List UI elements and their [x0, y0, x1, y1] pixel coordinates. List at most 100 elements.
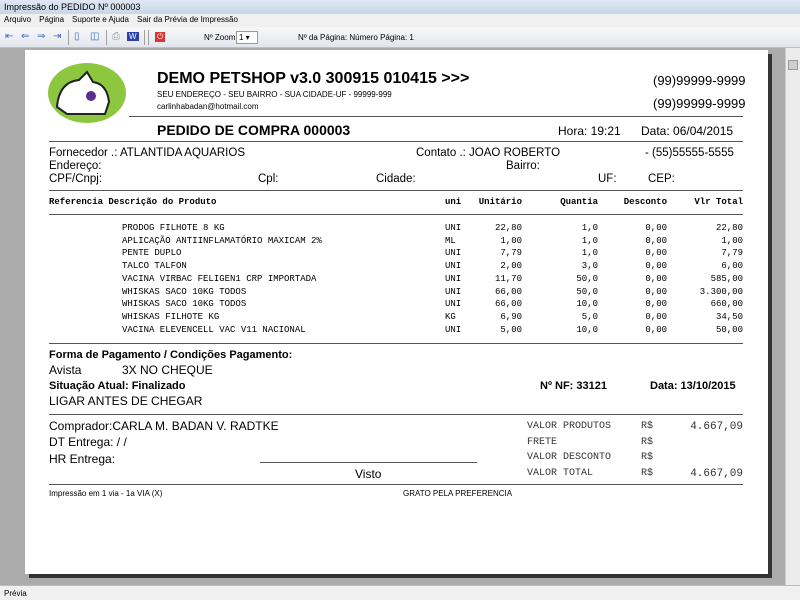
cell-descricao: PENTE DUPLO	[122, 248, 182, 259]
menu-bar: Arquivo Página Suporte e Ajuda Sair da Prév…	[0, 14, 800, 27]
cell-vlr-total: 7,79	[721, 248, 743, 259]
total-label: FRETE	[527, 436, 558, 448]
cell-quantia: 50,0	[576, 273, 598, 284]
report-page: DEMO PETSHOP v3.0 300915 010415 >>> SEU …	[25, 50, 768, 574]
cell-desconto: 0,00	[645, 235, 667, 246]
company-address: SEU ENDEREÇO - SEU BAIRRO - SUA CIDADE-U…	[157, 90, 392, 99]
grato: GRATO PELA PREFERENCIA	[403, 489, 513, 498]
cell-unitario: 6,90	[500, 311, 522, 322]
cell-descricao: VACINA ELEVENCELL VAC V11 NACIONAL	[122, 324, 306, 335]
menu-arquivo[interactable]: Arquivo	[4, 15, 31, 24]
single-page-icon[interactable]: ▯	[74, 31, 80, 42]
cell-descricao: APLICAÇÃO ANTIINFLAMATÓRIO MAXICAM 2%	[122, 235, 322, 246]
cell-unitario: 7,79	[500, 248, 522, 259]
hora: Hora: 19:21	[558, 124, 621, 138]
next-page-icon[interactable]: ⇒	[37, 31, 45, 42]
cell-quantia: 3,0	[581, 261, 598, 272]
visto: Visto	[355, 467, 382, 481]
total-label: VALOR TOTAL	[527, 467, 594, 479]
col-uni: uni	[445, 197, 462, 207]
data-pedido: Data: 06/04/2015	[641, 124, 734, 138]
cell-desconto: 0,00	[645, 273, 667, 284]
cell-desconto: 0,00	[645, 299, 667, 310]
cell-unitario: 2,00	[500, 261, 522, 272]
menu-sair[interactable]: Sair da Prévia de Impressão	[137, 15, 238, 24]
prev-page-icon[interactable]: ⇐	[21, 31, 29, 42]
zoom-label: Nº Zoom	[204, 33, 236, 42]
cell-unitario: 11,70	[494, 273, 522, 284]
dt-entrega: DT Entrega: / /	[49, 435, 127, 449]
total-label: VALOR DESCONTO	[527, 452, 612, 463]
zoom-select[interactable]: 1 ▾	[236, 31, 258, 44]
contato: Contato .: JOAO ROBERTO	[416, 147, 561, 159]
hr-entrega: HR Entrega:	[49, 452, 116, 466]
fornecedor: Fornecedor .: ATLANTIDA AQUARIOS	[49, 147, 245, 159]
first-page-icon[interactable]: ⇤	[5, 31, 13, 42]
cell-quantia: 5,0	[581, 311, 598, 322]
col-desconto: Desconto	[623, 197, 667, 207]
payment-type: Avista	[49, 363, 82, 377]
cell-desconto: 0,00	[645, 223, 667, 233]
cell-unitario: 66,00	[494, 286, 522, 297]
status-bar: Prévia	[0, 585, 800, 600]
menu-pagina[interactable]: Página	[39, 15, 64, 24]
toolbar: ⇤ ⇐ ⇒ ⇥ ▯ ◫ ⎙ W ⏻ Nº Zoom 1 ▾ Nº da Pági…	[0, 27, 800, 48]
contato-phone: - (55)55555-5555	[645, 147, 734, 159]
situacao: Situação Atual: Finalizado	[49, 380, 186, 392]
total-currency: R$	[641, 421, 654, 432]
cell-unitario: 22,80	[494, 223, 522, 233]
cell-quantia: 1,0	[581, 248, 598, 259]
zoom-value: 1	[239, 33, 244, 42]
company-name: DEMO PETSHOP v3.0 300915 010415 >>>	[157, 70, 470, 87]
close-preview-icon[interactable]: ⏻	[155, 32, 166, 42]
window-title: Impressão do PEDIDO Nº 000003	[0, 0, 800, 14]
cell-unitario: 66,00	[494, 299, 522, 310]
observacao: LIGAR ANTES DE CHEGAR	[49, 394, 203, 408]
total-currency: R$	[641, 452, 654, 463]
word-export-icon[interactable]: W	[127, 32, 139, 41]
petshop-logo	[47, 62, 127, 124]
payment-condition: 3X NO CHEQUE	[122, 363, 213, 377]
cell-quantia: 1,0	[581, 235, 598, 246]
print-icon[interactable]: ⎙	[112, 31, 120, 42]
company-email: carlinhabadan@hotmail.com	[157, 102, 259, 111]
cell-vlr-total: 22,80	[715, 223, 743, 233]
cell-unitario: 5,00	[500, 324, 522, 335]
last-page-icon[interactable]: ⇥	[53, 31, 61, 42]
two-page-icon[interactable]: ◫	[90, 31, 99, 42]
payment-title: Forma de Pagamento / Condições Pagamento…	[49, 349, 293, 361]
nf-date: Data: 13/10/2015	[650, 380, 736, 392]
menu-suporte[interactable]: Suporte e Ajuda	[72, 15, 129, 24]
cell-vlr-total: 660,00	[710, 299, 743, 310]
cell-vlr-total: 6,00	[721, 261, 743, 272]
page-number-label: Nº da Página: Número Página: 1	[298, 33, 414, 42]
total-label: VALOR PRODUTOS	[527, 421, 612, 432]
phone-2: (99)99999-9999	[653, 96, 746, 111]
vertical-scrollbar[interactable]	[785, 48, 800, 585]
document-title: PEDIDO DE COMPRA 000003	[157, 122, 351, 138]
uf: UF:	[598, 173, 617, 185]
signature-line	[260, 462, 477, 463]
cell-desconto: 0,00	[645, 286, 667, 297]
total-currency: R$	[641, 436, 654, 448]
cell-quantia: 10,0	[576, 324, 598, 335]
cell-descricao: WHISKAS SACO 10KG TODOS	[122, 299, 247, 310]
cell-quantia: 10,0	[576, 299, 598, 310]
cell-vlr-total: 34,50	[715, 311, 743, 322]
total-value: 4.667,09	[690, 421, 743, 433]
cell-vlr-total: 1,00	[721, 235, 743, 246]
cidade: Cidade:	[376, 173, 416, 185]
comprador: Comprador:CARLA M. BADAN V. RADTKE	[49, 419, 279, 433]
cell-quantia: 1,0	[581, 223, 598, 233]
col-vlr-total: Vlr Total	[694, 197, 743, 207]
cell-vlr-total: 3.300,00	[699, 286, 743, 297]
cell-descricao: PRODOG FILHOTE 8 KG	[122, 223, 225, 233]
cell-quantia: 50,0	[576, 286, 598, 297]
cell-desconto: 0,00	[645, 261, 667, 272]
cell-unitario: 1,00	[500, 235, 522, 246]
col-unitario: Unitário	[478, 197, 522, 207]
total-value: 4.667,09	[690, 467, 743, 480]
bairro: Bairro:	[506, 160, 540, 172]
cell-descricao: VACINA VIRBAC FELIGEN1 CRP IMPORTADA	[122, 273, 317, 284]
col-quantia: Quantia	[560, 197, 598, 207]
